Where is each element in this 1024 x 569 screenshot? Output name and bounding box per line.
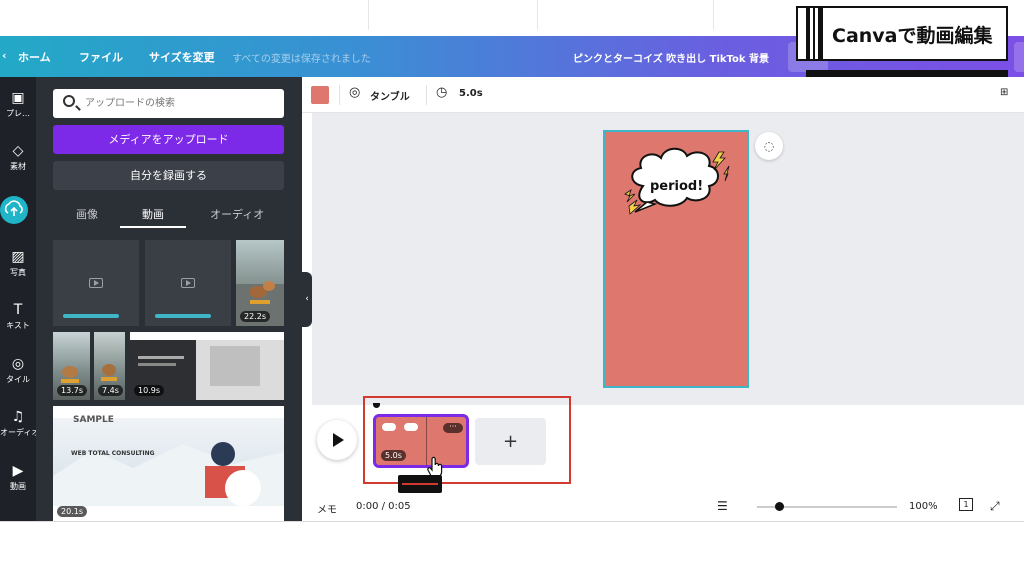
video-thumbnail-uploading[interactable] [53, 240, 139, 326]
rail-item-style[interactable]: ◎ タイル [0, 356, 36, 385]
divider [713, 0, 714, 30]
timeline-clip[interactable]: ··· 5.0s [373, 414, 469, 468]
photo-icon: ▨ [11, 249, 25, 265]
search-box[interactable] [53, 89, 284, 118]
fullscreen-icon[interactable]: ⤢ [990, 499, 1000, 514]
sample-logo-text: SAMPLE [73, 415, 114, 425]
rail-item-upload[interactable] [0, 196, 28, 224]
divider [537, 0, 538, 30]
upload-progress-bar [155, 314, 211, 318]
duration-badge: 7.4s [98, 385, 123, 396]
tooltip-indicator [402, 483, 438, 485]
rail-item-video[interactable]: ▶ 動画 [0, 463, 36, 492]
time-readout: 0:00 / 0:05 [356, 501, 411, 512]
timer-icon: ◷ [436, 85, 448, 100]
drag-tooltip [398, 475, 442, 493]
add-page-button[interactable]: + [475, 418, 546, 465]
collapse-panel-button[interactable]: ‹ [302, 272, 312, 327]
duration-button[interactable]: 5.0s [459, 88, 483, 99]
divider [339, 85, 340, 105]
upload-progress-bar [63, 314, 119, 318]
left-rail: ▣ プレ… ◇ 素材 ▨ 写真 T キスト ◎ タイル ♫ オーディオ ▶ 動画 [0, 77, 36, 521]
clip-bubble-thumbnail [404, 423, 418, 431]
back-chevron-icon[interactable]: ‹ [2, 49, 7, 62]
overlay-title-box: Canvaで動画編集 [796, 6, 1008, 61]
record-yourself-button[interactable]: 自分を録画する [53, 161, 284, 190]
upload-media-button[interactable]: メディアをアップロード [53, 125, 284, 154]
divider [0, 521, 1024, 522]
duration-badge: 10.9s [134, 385, 164, 396]
rail-item-audio[interactable]: ♫ オーディオ [0, 409, 36, 438]
zoom-level[interactable]: 100% [909, 501, 938, 512]
add-comment-button[interactable]: ◌ [755, 132, 783, 160]
video-thumbnail[interactable]: SAMPLE WEB TOTAL CONSULTING 20.1s [53, 406, 284, 521]
search-icon [63, 95, 75, 107]
audio-icon: ♫ [11, 409, 25, 425]
duration-badge: 22.2s [240, 311, 270, 322]
more-button[interactable] [1014, 42, 1024, 72]
rail-item-text[interactable]: T キスト [0, 302, 36, 331]
style-icon: ◎ [11, 356, 25, 372]
active-tab-indicator [120, 226, 186, 228]
transition-icon: ◎ [349, 85, 361, 100]
bubble-text: period! [650, 179, 704, 194]
clip-bubble-thumbnail [382, 423, 396, 431]
elements-icon: ◇ [12, 143, 24, 159]
video-thumbnail-uploading[interactable] [145, 240, 231, 326]
design-title[interactable]: ピンクとターコイズ 吹き出し TikTok 背景 [573, 50, 769, 65]
text-icon: T [13, 302, 23, 318]
comment-icon: ◌ [763, 139, 775, 153]
add-page-icon[interactable]: ⊞ [1000, 87, 1008, 98]
editor-toolbar: ◎ タンブル ◷ 5.0s ⊞ [302, 77, 1024, 113]
divider [426, 85, 427, 105]
page-count-button[interactable]: 1 [959, 498, 973, 511]
template-icon: ▣ [11, 90, 25, 106]
tab-videos[interactable]: 動画 [142, 206, 164, 222]
file-menu[interactable]: ファイル [79, 49, 123, 65]
rail-item-photos[interactable]: ▨ 写真 [0, 249, 36, 278]
design-page[interactable]: period! [603, 130, 749, 388]
video-icon [89, 278, 103, 288]
overlay-title: Canvaで動画編集 [832, 25, 993, 47]
color-swatch[interactable] [311, 86, 329, 104]
barcode-icon [806, 8, 826, 59]
notes-button[interactable]: メモ [317, 501, 337, 516]
zoom-slider-handle[interactable] [775, 502, 784, 511]
tab-images[interactable]: 画像 [76, 206, 98, 222]
clip-more-button[interactable]: ··· [443, 423, 463, 433]
rail-item-templates[interactable]: ▣ プレ… [0, 90, 36, 119]
tab-audio[interactable]: オーディオ [210, 206, 264, 222]
speech-bubble[interactable]: period! [621, 144, 731, 219]
video-thumbnail[interactable]: 7.4s [94, 332, 125, 400]
video-thumbnail[interactable]: 10.9s [130, 332, 284, 400]
rail-item-elements[interactable]: ◇ 素材 [0, 143, 36, 172]
save-status: すべての変更は保存されました [232, 54, 371, 65]
home-link[interactable]: ホーム [18, 49, 51, 65]
duration-badge: 20.1s [57, 506, 87, 517]
divider [368, 0, 369, 30]
upload-icon [4, 200, 23, 216]
transition-button[interactable]: タンブル [370, 88, 410, 103]
video-thumbnail[interactable]: 13.7s [53, 332, 90, 400]
video-icon: ▶ [12, 463, 24, 479]
search-input[interactable] [85, 94, 275, 112]
timeline-toggle-icon[interactable]: ☰ [717, 499, 728, 513]
resize-menu[interactable]: サイズを変更 [149, 49, 215, 65]
play-button[interactable] [317, 420, 357, 460]
video-icon [181, 278, 195, 288]
uploads-panel: メディアをアップロード 自分を録画する 画像 動画 オーディオ 22.2s [36, 77, 302, 521]
video-thumbnail[interactable]: 22.2s [236, 240, 284, 326]
clip-duration: 5.0s [381, 450, 406, 461]
duration-badge: 13.7s [57, 385, 87, 396]
sample-heading: WEB TOTAL CONSULTING [71, 450, 155, 457]
canva-editor: ‹ ホーム ファイル サイズを変更 すべての変更は保存されました ピンクとターコ… [0, 0, 1024, 569]
